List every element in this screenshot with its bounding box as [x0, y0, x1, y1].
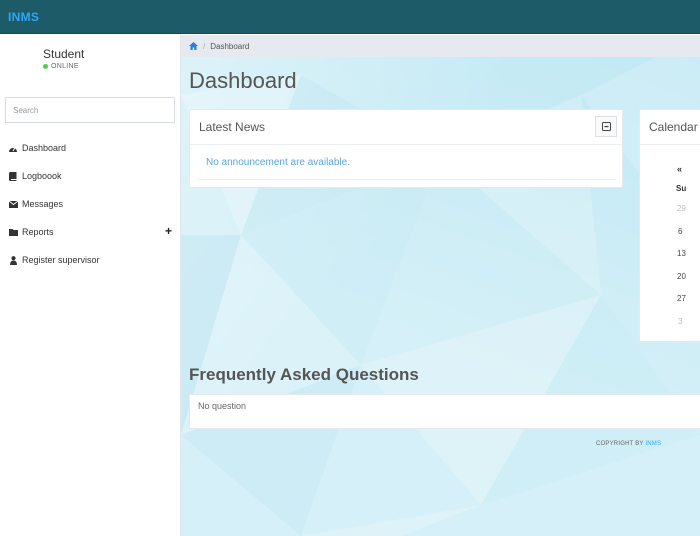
card-divider — [190, 144, 622, 145]
main-content: / Dashboard Dashboard Latest News No ann… — [181, 35, 700, 536]
page-title: Dashboard — [189, 68, 297, 93]
faq-empty-message: No question — [198, 401, 247, 411]
user-icon — [8, 255, 18, 265]
breadcrumb-current: Dashboard — [210, 41, 250, 51]
collapse-button[interactable] — [595, 116, 617, 137]
user-status: ONLINE — [43, 63, 79, 70]
user-name: Student — [43, 47, 85, 61]
calendar-prev-button[interactable]: « — [677, 164, 682, 174]
sidebar-item-label: Register supervisor — [22, 255, 100, 265]
faq-title: Frequently Asked Questions — [189, 365, 419, 384]
book-icon — [8, 171, 18, 181]
search-input[interactable] — [5, 97, 175, 123]
footer-prefix: COPYRIGHT BY — [596, 441, 644, 447]
faq-card: No question — [189, 394, 700, 429]
user-status-label: ONLINE — [51, 63, 79, 70]
sidebar-item-dashboard[interactable]: Dashboard — [8, 139, 178, 157]
footer-copyright: COPYRIGHT BY INMS — [596, 441, 661, 447]
calendar-card: Calendar « Su 29 6 13 20 27 3 — [639, 109, 700, 342]
calendar-day[interactable]: 13 — [677, 249, 686, 258]
breadcrumb: / Dashboard — [181, 35, 700, 57]
sidebar-item-messages[interactable]: Messages — [8, 195, 178, 213]
news-divider — [198, 179, 616, 180]
sidebar-item-reports[interactable]: Reports + — [8, 223, 178, 241]
calendar-day[interactable]: 20 — [677, 272, 686, 281]
brand-logo[interactable]: INMS — [8, 10, 39, 24]
calendar-day[interactable]: 3 — [678, 317, 682, 326]
sidebar-item-label: Reports — [22, 227, 54, 237]
minus-square-icon — [601, 122, 611, 131]
breadcrumb-separator: / — [203, 41, 206, 51]
latest-news-title: Latest News — [199, 120, 266, 134]
calendar-title: Calendar — [649, 120, 698, 134]
envelope-icon — [8, 199, 18, 209]
sidebar: Student ONLINE Dashboard Logboook Messag… — [0, 35, 181, 536]
sidebar-item-label: Messages — [22, 199, 64, 209]
calendar-day-header: Su — [676, 184, 687, 193]
sidebar-item-logbook[interactable]: Logboook — [8, 167, 178, 185]
folder-icon — [8, 227, 18, 237]
card-divider — [640, 144, 700, 145]
top-navbar: INMS — [0, 0, 700, 34]
calendar-day[interactable]: 29 — [677, 204, 686, 213]
calendar-day[interactable]: 27 — [677, 294, 686, 303]
news-empty-message: No announcement are available. — [206, 157, 350, 168]
calendar-day[interactable]: 6 — [678, 227, 682, 236]
latest-news-card: Latest News No announcement are availabl… — [189, 109, 623, 188]
dashboard-icon — [8, 143, 18, 153]
footer-brand-link[interactable]: INMS — [645, 441, 661, 447]
sidebar-item-label: Dashboard — [22, 143, 67, 153]
sidebar-item-label: Logboook — [22, 171, 62, 181]
sidebar-item-register-supervisor[interactable]: Register supervisor — [8, 251, 178, 269]
home-icon[interactable] — [189, 41, 198, 51]
expand-plus-icon[interactable]: + — [165, 225, 172, 237]
online-status-icon — [43, 64, 48, 69]
